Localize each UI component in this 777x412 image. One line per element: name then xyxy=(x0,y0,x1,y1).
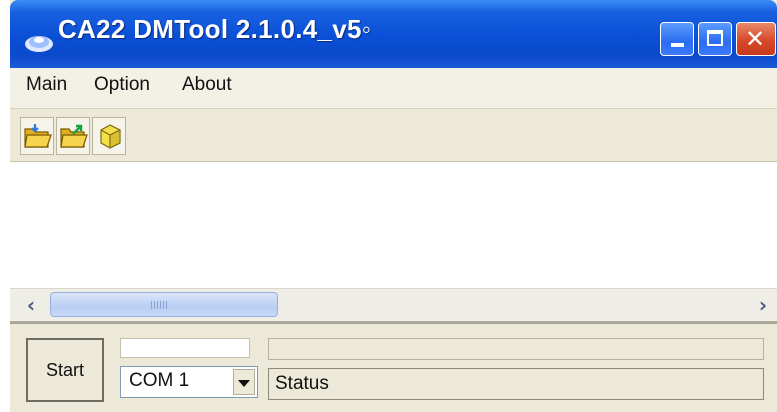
progress-bar xyxy=(268,338,764,360)
package-button[interactable] xyxy=(92,117,126,155)
horizontal-scrollbar[interactable]: ‹ › xyxy=(10,288,777,322)
menu-main[interactable]: Main xyxy=(26,74,67,96)
status-bar: Status xyxy=(268,368,764,400)
start-button[interactable]: Start xyxy=(26,338,104,402)
port-dropdown-button[interactable] xyxy=(233,369,255,395)
minimize-button[interactable] xyxy=(660,22,694,56)
open-button[interactable] xyxy=(20,117,54,155)
chevron-down-icon xyxy=(238,380,250,387)
status-text: Status xyxy=(275,373,329,394)
chevron-right-icon: › xyxy=(758,293,768,317)
grip-icon xyxy=(151,301,167,309)
package-icon xyxy=(100,124,121,149)
minimize-icon xyxy=(671,43,684,47)
export-folder-icon xyxy=(60,124,88,148)
command-input[interactable] xyxy=(120,338,250,358)
app-window: CA22 DMTool 2.1.0.4_v5◦ ✕ Main Option Ab… xyxy=(10,0,777,412)
maximize-icon xyxy=(707,30,723,46)
close-button[interactable]: ✕ xyxy=(736,22,776,56)
export-button[interactable] xyxy=(56,117,90,155)
maximize-button[interactable] xyxy=(698,22,732,56)
menu-option[interactable]: Option xyxy=(94,74,150,96)
close-icon: ✕ xyxy=(745,25,766,53)
menu-bar: Main Option About xyxy=(10,68,777,109)
scroll-left-button[interactable]: ‹ xyxy=(18,292,44,318)
chevron-left-icon: ‹ xyxy=(26,293,36,317)
toolbar xyxy=(10,109,777,162)
content-area[interactable] xyxy=(10,162,777,288)
open-folder-icon xyxy=(24,124,52,148)
port-select-value: COM 1 xyxy=(129,370,190,391)
control-panel: Start COM 1 Status xyxy=(10,322,777,412)
title-bar[interactable]: CA22 DMTool 2.1.0.4_v5◦ ✕ xyxy=(10,0,777,68)
scroll-right-button[interactable]: › xyxy=(750,292,776,318)
window-title: CA22 DMTool 2.1.0.4_v5◦ xyxy=(58,14,372,44)
menu-about[interactable]: About xyxy=(182,74,232,96)
app-icon xyxy=(25,36,53,52)
scroll-thumb[interactable] xyxy=(50,292,278,317)
port-select[interactable]: COM 1 xyxy=(120,366,258,398)
